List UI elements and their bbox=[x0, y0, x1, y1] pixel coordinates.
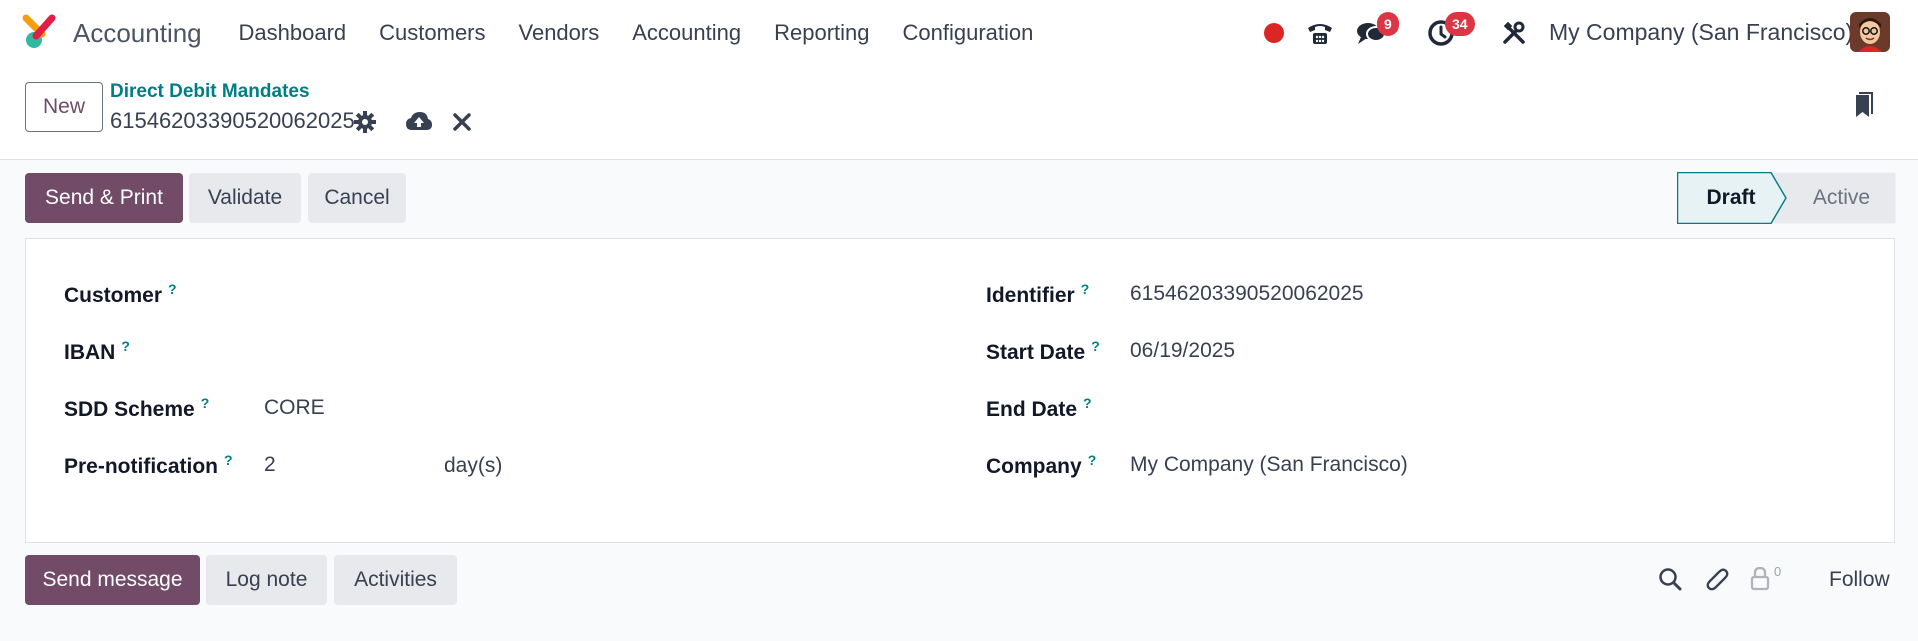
validate-button[interactable]: Validate bbox=[189, 173, 301, 223]
send-print-button[interactable]: Send & Print bbox=[25, 173, 183, 223]
new-button[interactable]: New bbox=[25, 82, 103, 132]
cancel-button[interactable]: Cancel bbox=[308, 173, 406, 223]
form-sheet: Customer? IBAN? SDD Scheme? CORE Pre-not… bbox=[25, 238, 1895, 543]
phone-icon bbox=[1308, 24, 1332, 44]
activities-button-chatter[interactable]: Activities bbox=[334, 555, 457, 605]
accounting-app-icon[interactable] bbox=[22, 14, 58, 50]
record-name: 61546203390520062025 bbox=[110, 108, 355, 133]
customer-label: Customer? bbox=[64, 281, 177, 307]
discard-close-icon[interactable] bbox=[450, 110, 474, 134]
search-icon[interactable] bbox=[1657, 566, 1683, 592]
app-name[interactable]: Accounting bbox=[73, 18, 202, 49]
start-date-help-icon[interactable]: ? bbox=[1091, 338, 1100, 354]
user-avatar-icon bbox=[1850, 12, 1890, 52]
menu-vendors[interactable]: Vendors bbox=[502, 20, 616, 46]
bookmark-icon[interactable] bbox=[1851, 92, 1875, 122]
stage-active[interactable]: Active bbox=[1787, 172, 1896, 224]
record-indicator[interactable] bbox=[1262, 0, 1286, 66]
identifier-help-icon[interactable]: ? bbox=[1081, 281, 1090, 297]
end-date-field[interactable] bbox=[1130, 396, 1830, 424]
menu-customers[interactable]: Customers bbox=[363, 20, 502, 46]
paperclip-icon[interactable] bbox=[1704, 566, 1730, 592]
sdd-scheme-label: SDD Scheme? bbox=[64, 395, 210, 421]
pre-notification-days-field[interactable]: 2 bbox=[264, 453, 276, 477]
pre-notification-label: Pre-notification? bbox=[64, 452, 233, 478]
messages-count-badge: 9 bbox=[1377, 12, 1399, 36]
gear-icon[interactable] bbox=[353, 110, 377, 134]
followers-count: 0 bbox=[1774, 564, 1782, 579]
phone-button[interactable] bbox=[1304, 0, 1336, 66]
company-switcher[interactable]: My Company (San Francisco) bbox=[1549, 19, 1853, 46]
company-field[interactable]: My Company (San Francisco) bbox=[1130, 453, 1408, 477]
statusbar: Send & Print Validate Cancel Draft Activ… bbox=[0, 160, 1918, 236]
debug-tools-button[interactable] bbox=[1500, 0, 1528, 66]
customer-help-icon[interactable]: ? bbox=[168, 281, 177, 297]
company-label: Company? bbox=[986, 452, 1097, 478]
sdd-scheme-field[interactable]: CORE bbox=[264, 396, 325, 420]
top-navbar: Accounting Dashboard Customers Vendors A… bbox=[0, 0, 1918, 66]
control-panel: New Direct Debit Mandates 61546203390520… bbox=[0, 66, 1918, 160]
stage-draft[interactable]: Draft bbox=[1677, 172, 1785, 224]
start-date-field[interactable]: 06/19/2025 bbox=[1130, 339, 1235, 363]
send-message-button[interactable]: Send message bbox=[25, 555, 200, 605]
main-menu: Dashboard Customers Vendors Accounting R… bbox=[222, 0, 1050, 66]
iban-field[interactable] bbox=[264, 338, 964, 366]
customer-field[interactable] bbox=[264, 281, 964, 309]
end-date-help-icon[interactable]: ? bbox=[1083, 395, 1092, 411]
menu-dashboard[interactable]: Dashboard bbox=[222, 20, 363, 46]
follow-button[interactable]: Follow bbox=[1829, 568, 1890, 592]
menu-accounting[interactable]: Accounting bbox=[616, 20, 758, 46]
chatter-bar: Send message Log note Activities bbox=[0, 553, 1918, 613]
identifier-label: Identifier? bbox=[986, 281, 1090, 307]
end-date-label: End Date? bbox=[986, 395, 1092, 421]
pre-notification-help-icon[interactable]: ? bbox=[224, 452, 233, 468]
sdd-scheme-help-icon[interactable]: ? bbox=[201, 395, 210, 411]
cloud-upload-icon[interactable] bbox=[405, 110, 433, 134]
record-dot-icon bbox=[1264, 23, 1284, 43]
menu-reporting[interactable]: Reporting bbox=[758, 20, 886, 46]
iban-help-icon[interactable]: ? bbox=[121, 338, 130, 354]
breadcrumb-direct-debit-mandates[interactable]: Direct Debit Mandates bbox=[110, 81, 310, 103]
lock-icon[interactable] bbox=[1749, 566, 1771, 592]
user-avatar[interactable] bbox=[1850, 12, 1890, 52]
iban-label: IBAN? bbox=[64, 338, 130, 364]
menu-configuration[interactable]: Configuration bbox=[886, 20, 1050, 46]
tools-icon bbox=[1503, 21, 1525, 44]
company-help-icon[interactable]: ? bbox=[1088, 452, 1097, 468]
pre-notification-unit: day(s) bbox=[444, 454, 503, 477]
start-date-label: Start Date? bbox=[986, 338, 1100, 364]
identifier-field[interactable]: 61546203390520062025 bbox=[1130, 282, 1364, 306]
log-note-button[interactable]: Log note bbox=[206, 555, 327, 605]
activities-count-badge: 34 bbox=[1445, 12, 1475, 36]
